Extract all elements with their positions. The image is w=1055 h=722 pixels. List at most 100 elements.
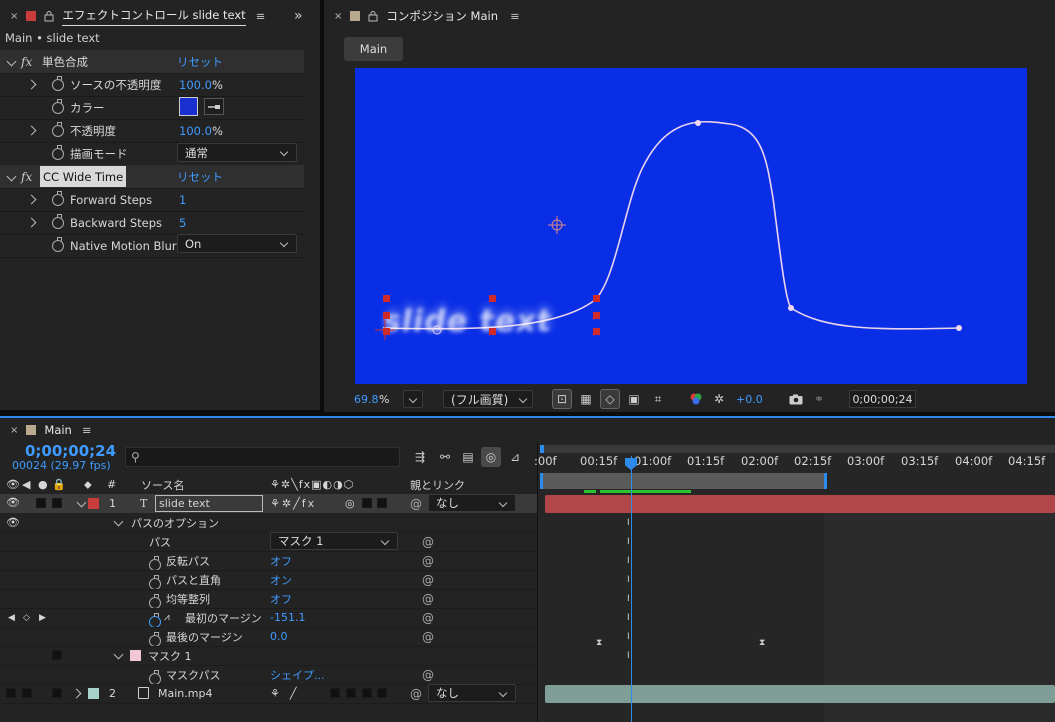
- stopwatch-icon[interactable]: [52, 145, 64, 160]
- next-keyframe-icon[interactable]: ▶: [39, 613, 46, 623]
- visibility-eye-icon[interactable]: 👁: [6, 496, 20, 509]
- panel-menu-icon[interactable]: ≡: [510, 9, 520, 23]
- path-mask-dropdown[interactable]: マスク 1: [270, 532, 398, 550]
- close-icon[interactable]: ×: [334, 11, 342, 22]
- composition-tab[interactable]: × コンポジション Main ≡: [324, 0, 1055, 32]
- backward-steps-value[interactable]: 5: [179, 216, 186, 230]
- opacity-value[interactable]: 100.0: [179, 124, 212, 138]
- stopwatch-icon[interactable]: [52, 122, 64, 137]
- exposure-reset-icon[interactable]: ✲: [709, 389, 729, 409]
- stopwatch-icon[interactable]: [149, 574, 161, 590]
- navigator-start-handle[interactable]: [540, 445, 544, 453]
- layer-name[interactable]: slide text: [155, 495, 263, 512]
- audio-toggle[interactable]: [22, 688, 32, 698]
- stopwatch-icon[interactable]: [52, 214, 64, 229]
- expression-pickwhip-icon[interactable]: @: [422, 592, 434, 606]
- layer-switches[interactable]: ⚘✲╱fx: [270, 497, 316, 510]
- graph-icon[interactable]: ⩘: [164, 612, 170, 623]
- zoom-dropdown[interactable]: [403, 390, 423, 408]
- adjustment-switch[interactable]: [362, 498, 372, 508]
- frame-blending-icon[interactable]: ▤: [458, 447, 478, 467]
- layer-label-color[interactable]: [88, 688, 99, 699]
- layer-row-1[interactable]: 👁 1 T slide text ⚘✲╱fx ◎ @ なし: [0, 494, 538, 513]
- stopwatch-icon[interactable]: [52, 76, 64, 91]
- parent-dropdown[interactable]: なし: [428, 494, 516, 512]
- visibility-toggle[interactable]: [6, 688, 16, 698]
- expand-icon[interactable]: [26, 79, 37, 90]
- mask-color-swatch[interactable]: [130, 650, 141, 661]
- layer-switches[interactable]: ⚘╱: [270, 687, 306, 700]
- lock-toggle[interactable]: [52, 498, 62, 508]
- collapse-icon[interactable]: [76, 497, 87, 508]
- close-icon[interactable]: ×: [10, 11, 18, 22]
- region-of-interest-icon[interactable]: ▣: [624, 389, 644, 409]
- reverse-path-value[interactable]: オフ: [270, 553, 292, 569]
- collapse-icon[interactable]: [113, 516, 124, 527]
- layer-bar-1[interactable]: [545, 495, 1055, 513]
- pickwhip-icon[interactable]: @: [410, 497, 422, 511]
- lock-toggle[interactable]: [52, 688, 62, 698]
- parent-dropdown[interactable]: なし: [428, 684, 516, 702]
- grid-guides-icon[interactable]: ⌗: [648, 389, 668, 409]
- prev-keyframe-icon[interactable]: ◀: [8, 613, 15, 623]
- graph-editor-icon[interactable]: ⊿: [505, 447, 525, 467]
- collapse-icon[interactable]: [113, 649, 124, 660]
- shy-layers-icon[interactable]: ⚯: [435, 447, 455, 467]
- keyframe-icon[interactable]: ⧗: [759, 638, 767, 648]
- visibility-eye-icon[interactable]: 👁: [6, 516, 20, 529]
- reset-button[interactable]: リセット: [177, 54, 223, 70]
- fx-icon[interactable]: fx: [21, 170, 32, 184]
- source-name-column[interactable]: ソース名: [141, 477, 184, 493]
- switch-toggle[interactable]: [346, 688, 356, 698]
- expand-icon[interactable]: [71, 688, 82, 699]
- composition-canvas[interactable]: slide text slide text: [355, 68, 1027, 384]
- solo-toggle[interactable]: [36, 498, 46, 508]
- close-icon[interactable]: ×: [10, 425, 18, 436]
- collapse-icon[interactable]: [6, 171, 17, 182]
- layer-row-2[interactable]: 2 Main.mp4 ⚘╱ @ なし: [0, 684, 538, 703]
- stopwatch-icon[interactable]: [52, 191, 64, 206]
- perpendicular-value[interactable]: オン: [270, 572, 292, 588]
- comp-flow-tab-main[interactable]: Main: [344, 37, 403, 61]
- stopwatch-icon[interactable]: [149, 555, 161, 571]
- eyedropper-icon[interactable]: [204, 98, 224, 115]
- pickwhip-icon[interactable]: @: [410, 687, 422, 701]
- collapse-icon[interactable]: [6, 56, 17, 67]
- motion-blur-dropdown[interactable]: On: [177, 234, 297, 253]
- source-opacity-value[interactable]: 100.0: [179, 78, 212, 92]
- expression-pickwhip-icon[interactable]: @: [422, 668, 434, 682]
- stopwatch-icon[interactable]: [52, 237, 64, 252]
- switch-toggle[interactable]: [330, 688, 340, 698]
- switch-toggle[interactable]: [362, 688, 372, 698]
- expression-pickwhip-icon[interactable]: @: [422, 573, 434, 587]
- timeline-tab[interactable]: × Main ≡: [10, 420, 91, 440]
- stopwatch-active-icon[interactable]: [149, 612, 161, 628]
- stopwatch-icon[interactable]: [149, 593, 161, 609]
- time-navigator[interactable]: [540, 445, 1055, 453]
- transparency-grid-icon[interactable]: ▦: [576, 389, 596, 409]
- stopwatch-icon[interactable]: [52, 99, 64, 114]
- effect-controls-tab[interactable]: × エフェクトコントロール slide text ≡: [0, 0, 320, 32]
- color-swatch[interactable]: [179, 97, 198, 116]
- stopwatch-icon[interactable]: [149, 631, 161, 647]
- work-area-bar[interactable]: [540, 473, 827, 489]
- forward-steps-value[interactable]: 1: [179, 193, 186, 207]
- lock-icon[interactable]: [44, 11, 54, 22]
- expression-pickwhip-icon[interactable]: @: [422, 611, 434, 625]
- effect-header-cc-wide-time[interactable]: fx CC Wide Time リセット: [0, 165, 304, 188]
- mask-path-value[interactable]: シェイプ...: [270, 667, 325, 683]
- layer-bar-2[interactable]: [545, 685, 1055, 703]
- last-margin-value[interactable]: 0.0: [270, 630, 288, 643]
- comp-timecode[interactable]: 0;00;00;24: [849, 390, 916, 408]
- timeline-track-area[interactable]: :00f 00:15f 01:00f 01:15f 02:00f 02:15f 03:00f…: [534, 442, 1055, 722]
- exposure-value[interactable]: +0.0: [736, 393, 763, 406]
- lock-icon[interactable]: [368, 11, 378, 22]
- quality-dropdown[interactable]: (フル画質): [443, 390, 533, 408]
- effect-header-solid-composite[interactable]: fx 単色合成 リセット: [0, 50, 304, 73]
- zoom-value[interactable]: 69.8: [354, 393, 379, 406]
- lock-toggle[interactable]: [52, 650, 62, 660]
- expression-pickwhip-icon[interactable]: @: [422, 630, 434, 644]
- layer-name[interactable]: Main.mp4: [158, 687, 212, 700]
- expand-icon[interactable]: [26, 217, 37, 228]
- expand-icon[interactable]: [26, 125, 37, 136]
